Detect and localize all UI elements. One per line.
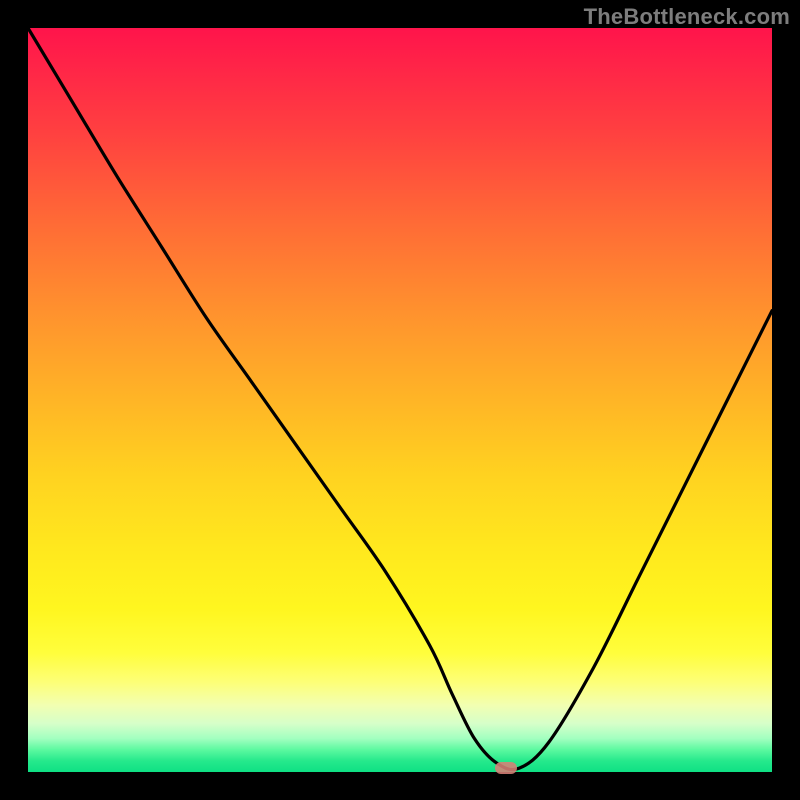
bottleneck-curve <box>28 28 772 772</box>
plot-area <box>28 28 772 772</box>
watermark-text: TheBottleneck.com <box>584 4 790 30</box>
curve-path <box>28 28 772 770</box>
optimal-point-marker <box>495 762 517 774</box>
chart-frame: TheBottleneck.com <box>0 0 800 800</box>
